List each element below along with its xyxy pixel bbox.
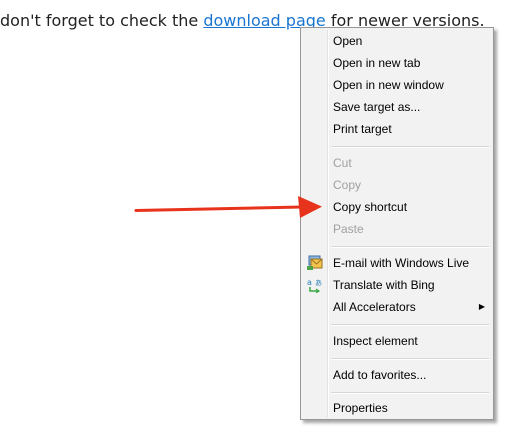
menu-item-label: Translate with Bing [333, 278, 435, 292]
menu-item-translate-with-bing[interactable]: a あ Translate with Bing [303, 274, 491, 296]
menu-item-label: Add to favorites... [333, 368, 427, 382]
menu-item-label: Save target as... [333, 100, 421, 114]
menu-item-label: Properties [333, 401, 388, 415]
svg-text:a: a [307, 278, 312, 287]
menu-separator [331, 146, 489, 148]
chevron-right-icon: ▶ [478, 302, 485, 311]
menu-separator [331, 358, 489, 360]
menu-item-label: Open [333, 34, 363, 48]
menu-item-label: Print target [333, 122, 392, 136]
menu-item-properties[interactable]: Properties [303, 397, 491, 419]
menu-separator [331, 392, 489, 394]
menu-item-save-target-as[interactable]: Save target as... [303, 96, 491, 118]
menu-item-label: Open in new tab [333, 56, 421, 70]
bing-translate-icon: a あ [307, 277, 323, 294]
menu-item-open-in-new-window[interactable]: Open in new window [303, 74, 491, 96]
svg-text:あ: あ [315, 279, 322, 287]
menu-separator [331, 246, 489, 248]
menu-item-label: E-mail with Windows Live [333, 256, 470, 270]
windows-live-mail-icon [307, 255, 323, 271]
menu-item-label: Copy shortcut [333, 200, 408, 214]
menu-item-label: Paste [333, 222, 364, 236]
page-text-before: don't forget to check the [0, 11, 204, 30]
menu-item-open-in-new-tab[interactable]: Open in new tab [303, 52, 491, 74]
menu-item-cut[interactable]: Cut [303, 152, 491, 174]
menu-item-paste[interactable]: Paste [303, 218, 491, 240]
menu-item-print-target[interactable]: Print target [303, 118, 491, 140]
menu-separator [331, 324, 489, 326]
menu-item-add-to-favorites[interactable]: Add to favorites... [303, 364, 491, 386]
menu-item-open[interactable]: Open [303, 30, 491, 52]
menu-item-label: Copy [333, 178, 362, 192]
menu-item-all-accelerators[interactable]: All Accelerators ▶ [303, 296, 491, 318]
menu-item-copy[interactable]: Copy [303, 174, 491, 196]
menu-item-label: Cut [333, 156, 352, 170]
menu-item-label: Inspect element [333, 334, 418, 348]
menu-item-copy-shortcut[interactable]: Copy shortcut [303, 196, 491, 218]
menu-item-label: All Accelerators [333, 300, 416, 314]
context-menu: Open Open in new tab Open in new window … [300, 27, 494, 420]
menu-item-label: Open in new window [333, 78, 444, 92]
menu-item-inspect-element[interactable]: Inspect element [303, 330, 491, 352]
menu-item-email-with-windows-live[interactable]: E-mail with Windows Live [303, 252, 491, 274]
